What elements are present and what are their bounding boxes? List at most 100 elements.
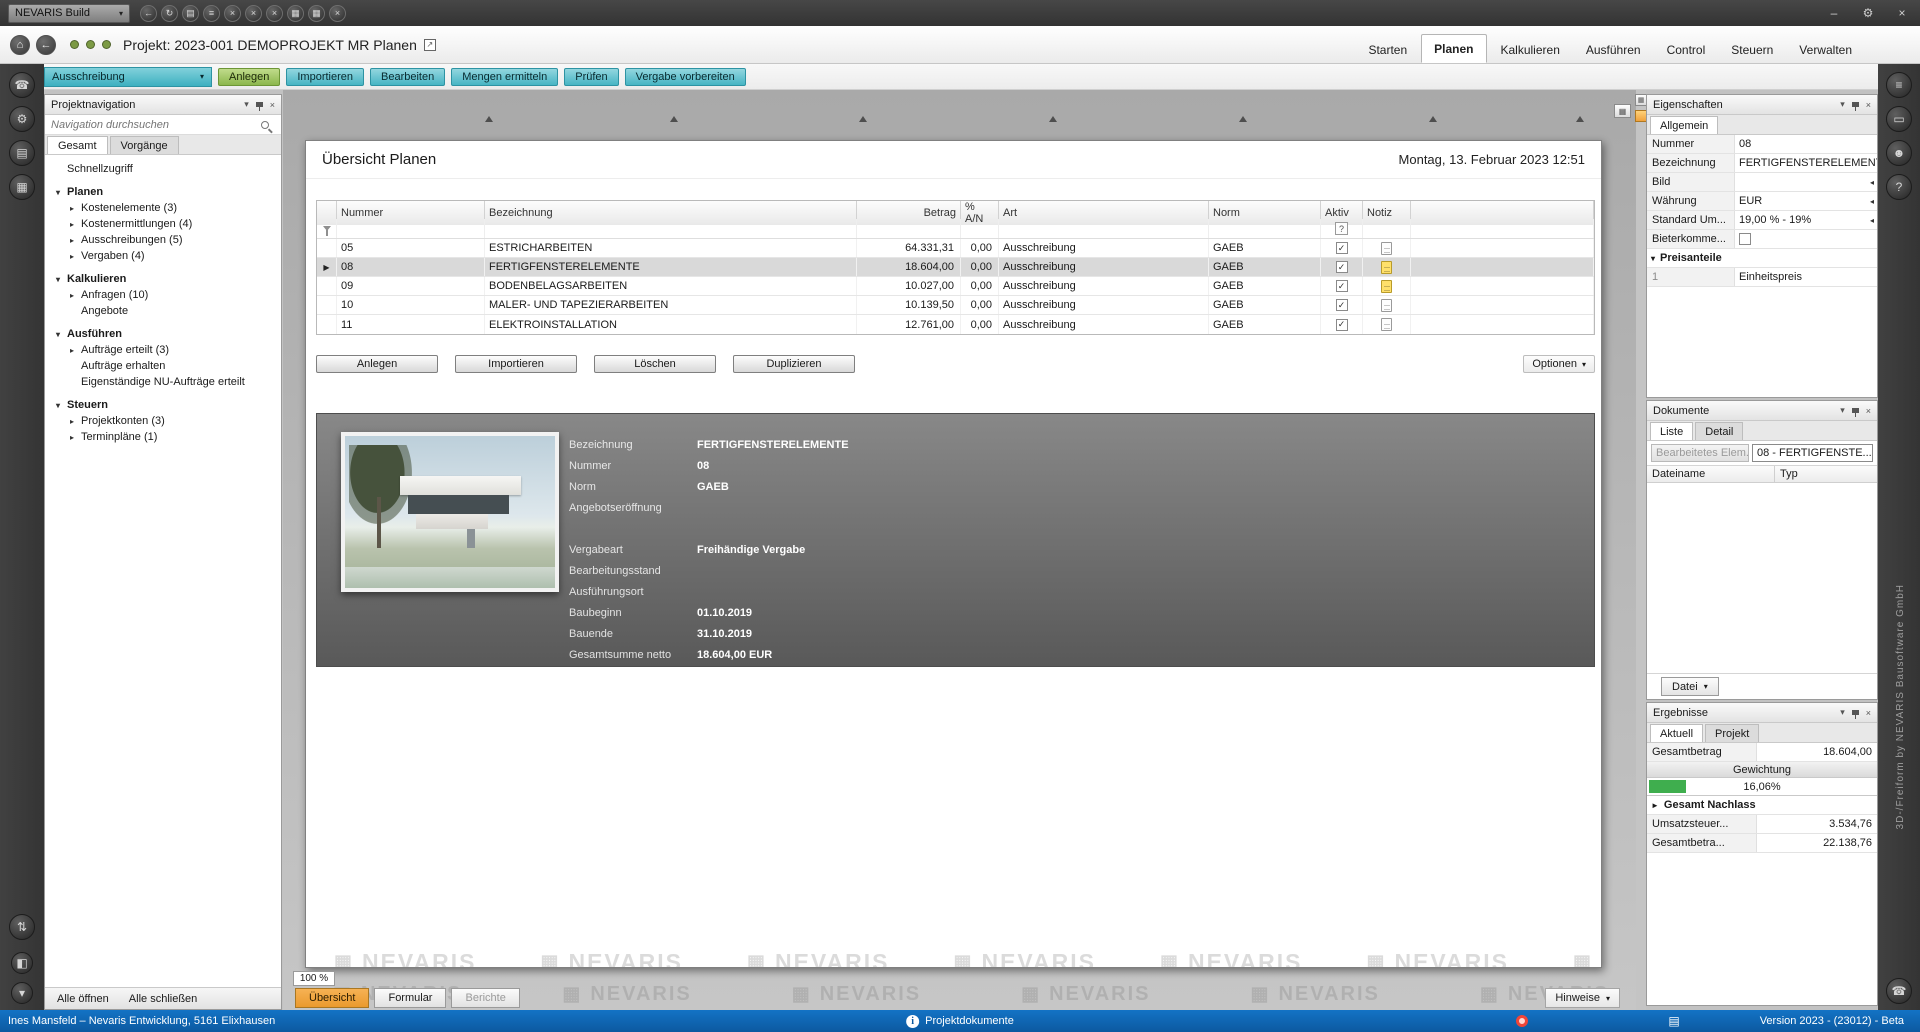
expand-icon[interactable]: ▸ bbox=[67, 204, 77, 213]
filter-aktiv[interactable]: ? bbox=[1321, 219, 1363, 238]
search-input[interactable] bbox=[51, 118, 261, 131]
panel-menu-icon[interactable]: ▾ bbox=[1840, 405, 1845, 416]
list-icon[interactable]: ≡ bbox=[203, 4, 220, 22]
prop-value[interactable]: Einheitspreis bbox=[1735, 271, 1877, 283]
gesamt-nachlass-section[interactable]: ► Gesamt Nachlass bbox=[1647, 796, 1877, 815]
aktiv-checkbox[interactable]: ✓ bbox=[1335, 280, 1348, 292]
close-icon[interactable]: × bbox=[1866, 708, 1871, 718]
filter-icon[interactable] bbox=[317, 219, 337, 238]
ribbon-mengen-ermitteln-button[interactable]: Mengen ermitteln bbox=[451, 67, 559, 86]
tab-liste[interactable]: Liste bbox=[1650, 422, 1694, 440]
minimize-icon[interactable]: – bbox=[1824, 6, 1844, 20]
table-row[interactable]: 05 ESTRICHARBEITEN 64.331,31 0,00 Aussch… bbox=[317, 239, 1594, 258]
close-icon[interactable]: × bbox=[1892, 6, 1912, 20]
loeschen-button[interactable]: Löschen bbox=[594, 355, 716, 373]
table-row[interactable]: 11 ELEKTROINSTALLATION 12.761,00 0,00 Au… bbox=[317, 315, 1594, 334]
ribbon-anlegen-button[interactable]: Anlegen bbox=[218, 67, 281, 86]
tree-item-schnellzugriff[interactable]: Schnellzugriff bbox=[45, 161, 281, 177]
apps-icon[interactable]: ▦ bbox=[9, 174, 35, 200]
datei-dropdown[interactable]: Datei ▾ bbox=[1661, 677, 1719, 696]
menu-icon[interactable]: ≡ bbox=[1886, 72, 1912, 98]
external-link-icon[interactable]: ↗ bbox=[423, 38, 436, 51]
tree-item-planen[interactable]: ▾ Planen bbox=[45, 184, 281, 200]
prop-value[interactable]: FERTIGFENSTERELEMENT◂ bbox=[1735, 157, 1877, 169]
hinweise-dropdown[interactable]: Hinweise ▾ bbox=[1545, 988, 1620, 1008]
close-all-icon[interactable]: × bbox=[266, 4, 283, 22]
tab-steuern[interactable]: Steuern bbox=[1719, 36, 1785, 63]
ribbon-importieren-button[interactable]: Importieren bbox=[286, 67, 365, 86]
tab-ausfuehren[interactable]: Ausführen bbox=[1574, 36, 1653, 63]
grid-layout-icon[interactable]: ▦ bbox=[287, 4, 304, 22]
aktiv-checkbox[interactable]: ✓ bbox=[1335, 261, 1348, 273]
home-icon[interactable]: ⌂ bbox=[10, 34, 30, 55]
close-icon[interactable]: × bbox=[1866, 100, 1871, 110]
close-window-icon[interactable]: × bbox=[224, 4, 241, 22]
tab-berichte[interactable]: Berichte bbox=[451, 988, 520, 1008]
collapse-icon[interactable]: ▾ bbox=[53, 330, 63, 339]
panel-splitter[interactable]: ▦ bbox=[1635, 90, 1647, 1010]
tree-item-steuern[interactable]: ▾ Steuern bbox=[45, 397, 281, 413]
expand-icon[interactable]: ▸ bbox=[67, 346, 77, 355]
expand-icon[interactable]: ▸ bbox=[67, 252, 77, 261]
collapse-icon[interactable]: ▾ bbox=[11, 982, 33, 1004]
ribbon-vergabe-vorbereiten-button[interactable]: Vergabe vorbereiten bbox=[624, 67, 746, 86]
filter-bezeichnung[interactable] bbox=[485, 219, 857, 238]
duplizieren-button[interactable]: Duplizieren bbox=[733, 355, 855, 373]
tab-kalkulieren[interactable]: Kalkulieren bbox=[1489, 36, 1572, 63]
edited-element-value[interactable]: 08 - FERTIGFENSTE... bbox=[1752, 444, 1873, 462]
status-document-icon[interactable]: ▤ bbox=[1668, 1014, 1679, 1028]
note-icon[interactable] bbox=[1381, 241, 1392, 255]
nav-back-icon[interactable]: ← bbox=[140, 4, 157, 22]
expand-icon[interactable]: ▸ bbox=[67, 433, 77, 442]
expand-icon[interactable]: ▸ bbox=[67, 220, 77, 229]
settings-icon[interactable]: ⚙ bbox=[1858, 6, 1878, 20]
zoom-level[interactable]: 100 % bbox=[293, 971, 335, 986]
tree-item-auftraege-erhalten[interactable]: Aufträge erhalten bbox=[45, 358, 281, 374]
tree-item-kalkulieren[interactable]: ▾ Kalkulieren bbox=[45, 271, 281, 287]
exit-icon[interactable]: × bbox=[329, 4, 346, 22]
expand-icon[interactable]: ▸ bbox=[67, 236, 77, 245]
header-typ[interactable]: Typ bbox=[1775, 466, 1877, 482]
dock-layout-icon[interactable]: ▦ bbox=[1614, 104, 1631, 118]
filter-nummer[interactable] bbox=[337, 219, 485, 238]
close-tab-icon[interactable]: × bbox=[245, 4, 262, 22]
preisanteile-section[interactable]: ▾ Preisanteile bbox=[1647, 249, 1877, 268]
phone-icon[interactable]: ☎ bbox=[1886, 978, 1912, 1004]
sync-icon[interactable]: ⇅ bbox=[9, 914, 35, 940]
prop-value[interactable]: 19,00 % - 19% ◂ bbox=[1735, 214, 1877, 226]
tab-verwalten[interactable]: Verwalten bbox=[1787, 36, 1864, 63]
tab-projekt[interactable]: Projekt bbox=[1705, 724, 1760, 742]
note-icon[interactable] bbox=[1381, 318, 1392, 331]
anlegen-button[interactable]: Anlegen bbox=[316, 355, 438, 373]
header-dateiname[interactable]: Dateiname bbox=[1647, 466, 1775, 482]
ribbon-bearbeiten-button[interactable]: Bearbeiten bbox=[370, 67, 446, 86]
tree-item-anfragen[interactable]: ▸ Anfragen (10) bbox=[45, 287, 281, 303]
refresh-icon[interactable]: ↻ bbox=[161, 4, 178, 22]
tree-item-terminplaene[interactable]: ▸ Terminpläne (1) bbox=[45, 429, 281, 445]
tree-item-projektkonten[interactable]: ▸ Projektkonten (3) bbox=[45, 413, 281, 429]
monitor-icon[interactable]: ▭ bbox=[1886, 106, 1912, 132]
note-icon[interactable] bbox=[1381, 260, 1392, 274]
dokumente-list[interactable] bbox=[1647, 483, 1877, 673]
collapse-icon[interactable]: ▾ bbox=[53, 275, 63, 284]
tree-item-kostenermittlungen[interactable]: ▸ Kostenermittlungen (4) bbox=[45, 216, 281, 232]
note-icon[interactable] bbox=[1381, 279, 1392, 293]
optionen-dropdown[interactable]: Optionen ▾ bbox=[1523, 355, 1595, 373]
collapse-icon[interactable]: ▾ bbox=[53, 401, 63, 410]
settings-icon[interactable]: ⚙ bbox=[9, 106, 35, 132]
pin-icon[interactable] bbox=[255, 102, 263, 111]
document-icon[interactable]: ▤ bbox=[182, 4, 199, 22]
ribbon-pruefen-button[interactable]: Prüfen bbox=[564, 67, 619, 86]
tab-uebersicht[interactable]: Übersicht bbox=[295, 988, 370, 1008]
tab-planen[interactable]: Planen bbox=[1421, 34, 1487, 63]
prop-value[interactable]: ◂ bbox=[1735, 178, 1877, 187]
table-row[interactable]: 10 MALER- UND TAPEZIERARBEITEN 10.139,50… bbox=[317, 296, 1594, 315]
close-icon[interactable]: × bbox=[1866, 406, 1871, 416]
tree-item-auftraege-erteilt[interactable]: ▸ Aufträge erteilt (3) bbox=[45, 342, 281, 358]
prop-value[interactable]: 08 bbox=[1735, 138, 1877, 150]
tree-item-ausfuehren[interactable]: ▾ Ausführen bbox=[45, 326, 281, 342]
tab-formular[interactable]: Formular bbox=[374, 988, 447, 1008]
back-icon[interactable]: ← bbox=[36, 34, 56, 55]
tab-gesamt[interactable]: Gesamt bbox=[47, 136, 108, 154]
panel-menu-icon[interactable]: ▾ bbox=[244, 99, 249, 110]
